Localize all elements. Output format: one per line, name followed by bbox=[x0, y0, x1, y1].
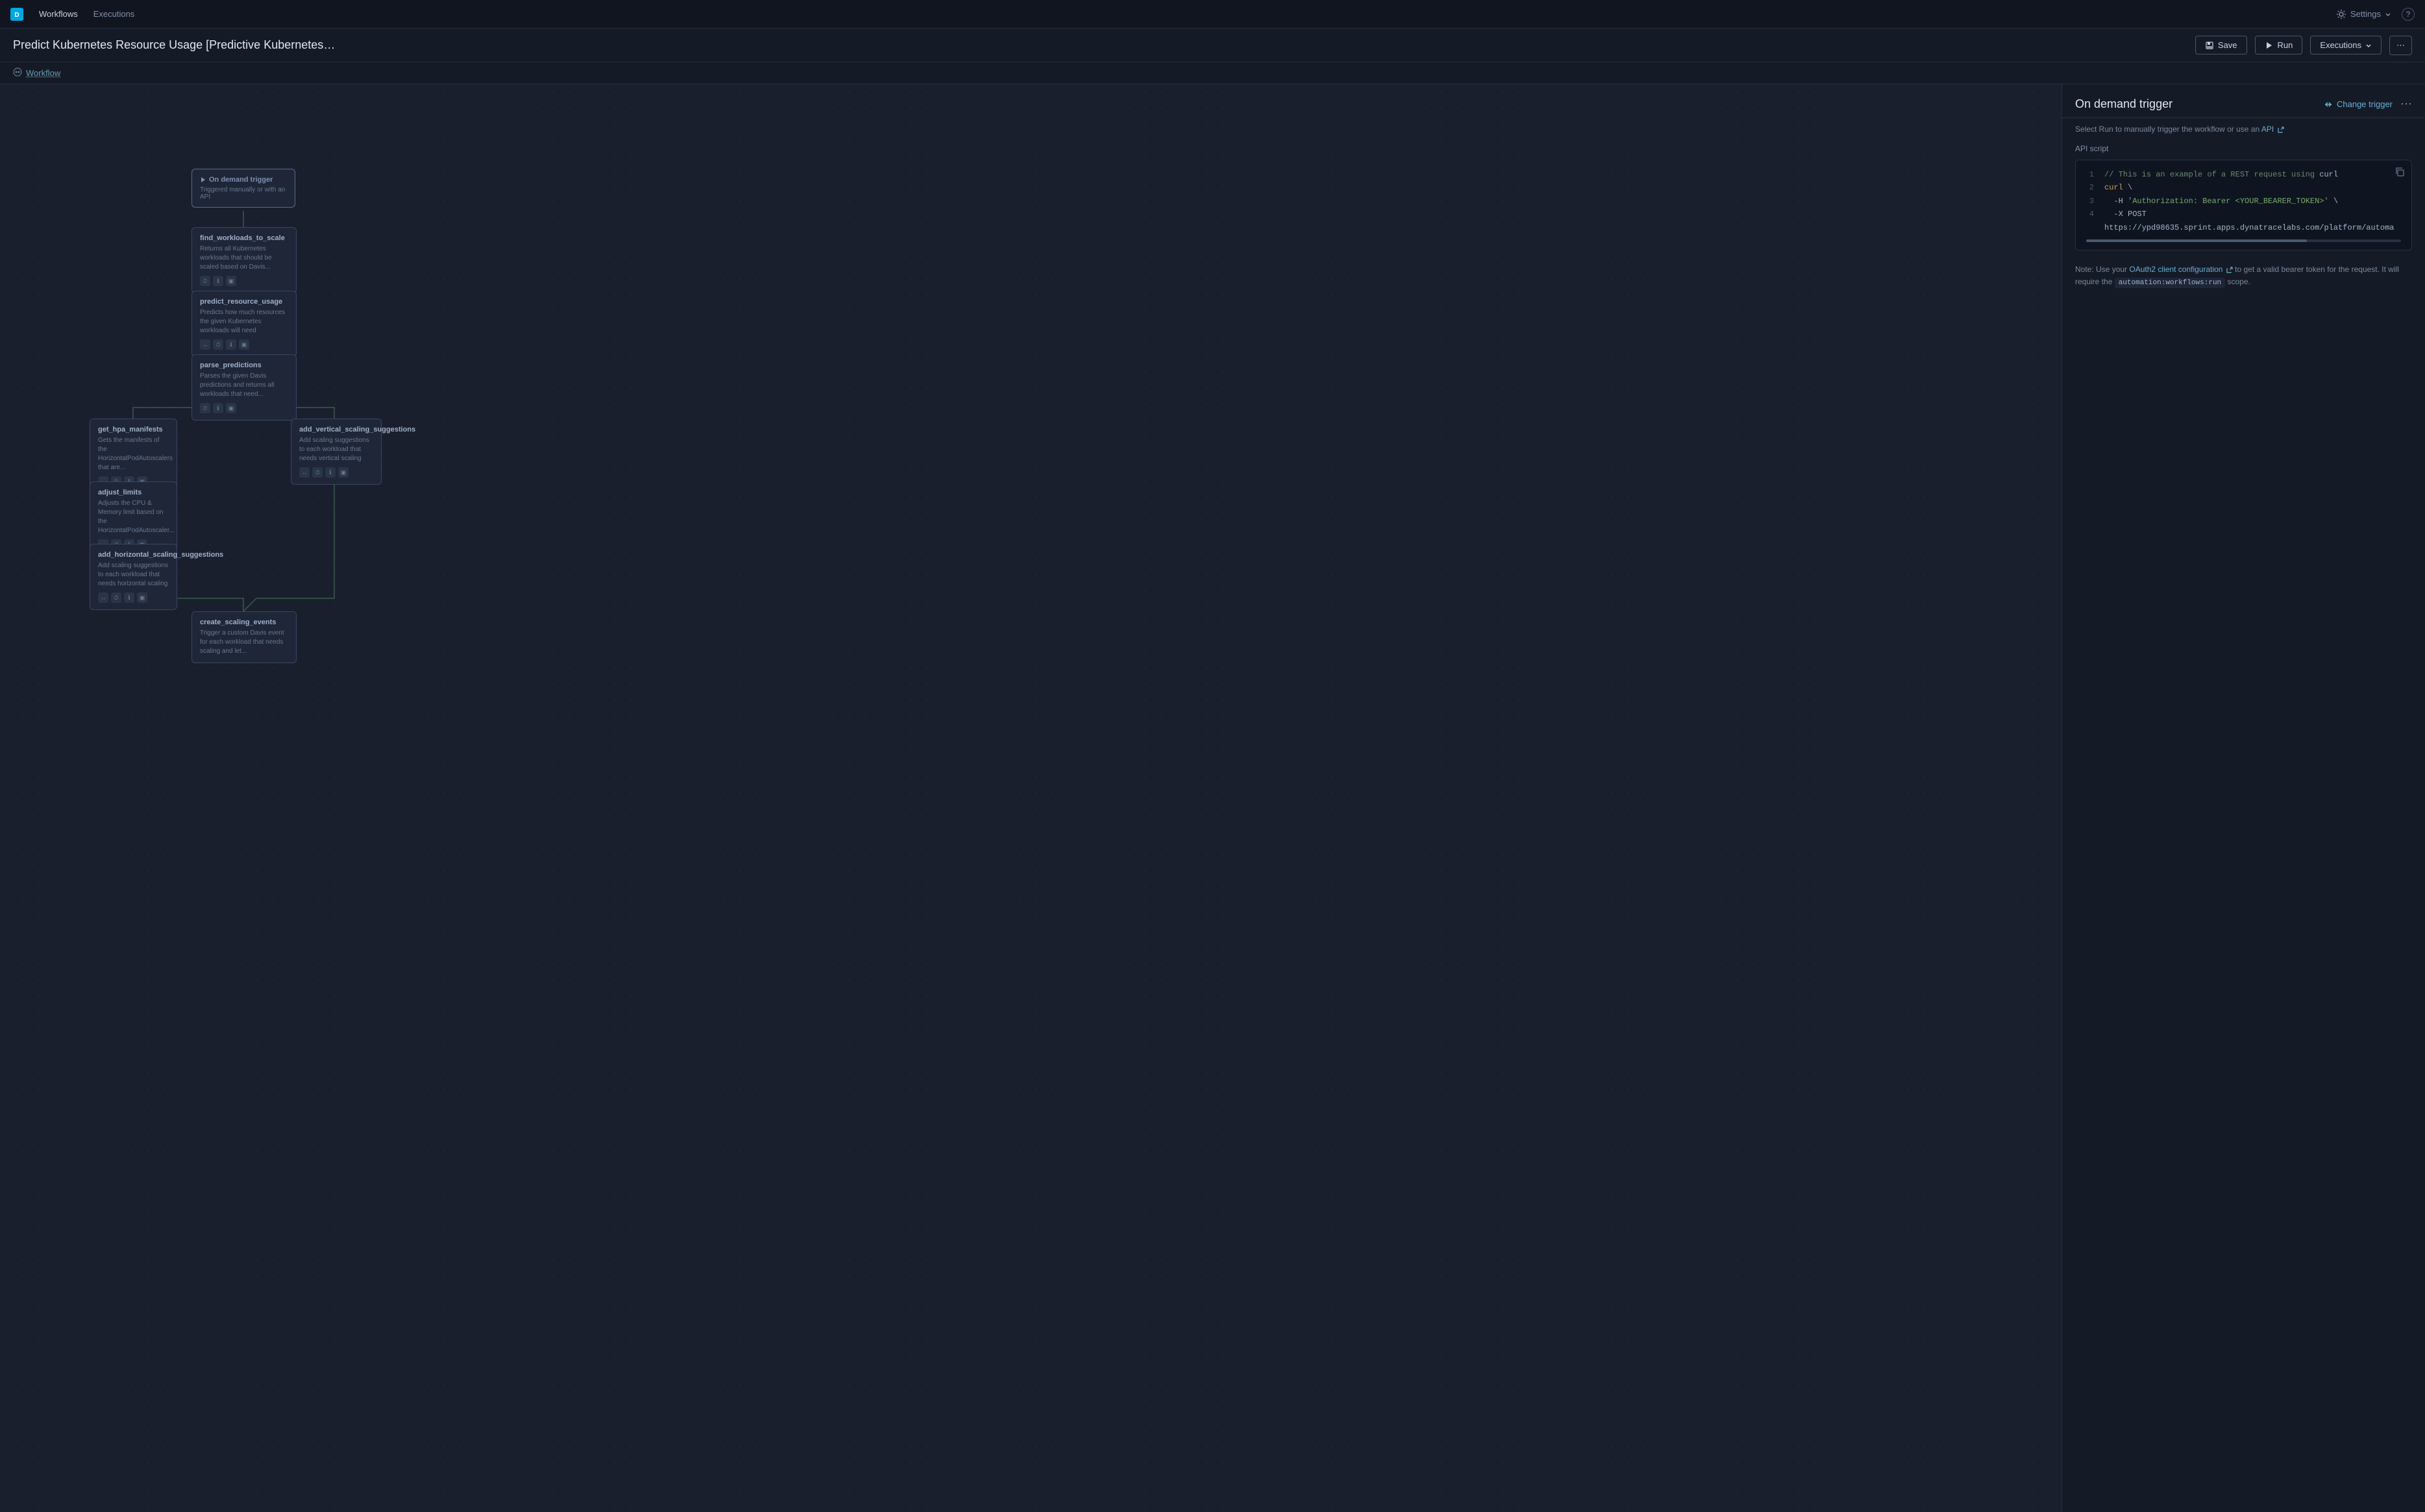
scope-code: automation:workflows:run bbox=[2115, 278, 2225, 288]
executions-label: Executions bbox=[2320, 40, 2361, 50]
box-icon: ▣ bbox=[226, 276, 236, 286]
info-icon-2: ℹ bbox=[226, 339, 236, 350]
executions-button[interactable]: Executions bbox=[2310, 36, 2382, 55]
run-button[interactable]: Run bbox=[2255, 36, 2303, 55]
settings-label: Settings bbox=[2350, 9, 2381, 19]
panel-title: On demand trigger bbox=[2075, 97, 2173, 111]
node-trigger-title: On demand trigger bbox=[200, 176, 287, 184]
clock-icon: ⏱ bbox=[200, 276, 210, 286]
code-block: 1 // This is an example of a REST reques… bbox=[2075, 160, 2412, 250]
node-predict-desc: Predicts how much resources the given Ku… bbox=[200, 308, 288, 335]
node-horizontal-title: add_horizontal_scaling_suggestions bbox=[98, 551, 169, 559]
node-vertical-title: add_vertical_scaling_suggestions bbox=[299, 426, 373, 433]
oauth-link[interactable]: OAuth2 client configuration bbox=[2129, 265, 2235, 274]
node-predict-title: predict_resource_usage bbox=[200, 298, 288, 306]
settings-button[interactable]: Settings bbox=[2336, 9, 2391, 19]
change-trigger-label: Change trigger bbox=[2337, 99, 2393, 109]
box-icon-7: ▣ bbox=[137, 592, 147, 603]
copy-button[interactable] bbox=[2394, 167, 2405, 180]
info-icon: ℹ bbox=[213, 276, 223, 286]
node-create-scaling[interactable]: create_scaling_events Trigger a custom D… bbox=[191, 611, 297, 663]
node-horizontal-desc: Add scaling suggestions to each workload… bbox=[98, 561, 169, 589]
node-parse-icons: ⏱ ℹ ▣ bbox=[200, 403, 288, 413]
clock-icon-2: ⏱ bbox=[213, 339, 223, 350]
node-adjust-desc: Adjusts the CPU & Memory limit based on … bbox=[98, 499, 169, 535]
breadcrumb-bar: Workflow bbox=[0, 62, 2425, 84]
svg-text:D: D bbox=[14, 12, 19, 19]
node-find-workloads[interactable]: find_workloads_to_scale Returns all Kube… bbox=[191, 227, 297, 293]
top-nav-right: Settings ? bbox=[2336, 8, 2415, 21]
node-hpa-desc: Gets the manifests of the HorizontalPodA… bbox=[98, 436, 169, 472]
node-add-vertical[interactable]: add_vertical_scaling_suggestions Add sca… bbox=[291, 419, 382, 485]
top-nav: D Workflows Executions Settings ? bbox=[0, 0, 2425, 29]
api-link[interactable]: API bbox=[2261, 125, 2284, 134]
nav-workflows[interactable]: Workflows bbox=[39, 9, 78, 19]
box-icon-5: ▣ bbox=[338, 467, 349, 478]
arrow-icon: ↔ bbox=[200, 339, 210, 350]
node-vertical-icons: ↔ ⏱ ℹ ▣ bbox=[299, 467, 373, 478]
clock-icon-3: ⏱ bbox=[200, 403, 210, 413]
save-label: Save bbox=[2218, 40, 2237, 50]
node-add-horizontal[interactable]: add_horizontal_scaling_suggestions Add s… bbox=[90, 544, 177, 610]
node-parse-title: parse_predictions bbox=[200, 361, 288, 369]
node-scaling-title: create_scaling_events bbox=[200, 618, 288, 626]
breadcrumb-label[interactable]: Workflow bbox=[26, 68, 60, 78]
code-line-3: 3 -H 'Authorization: Bearer <YOUR_BEARER… bbox=[2086, 195, 2401, 208]
page-header: Predict Kubernetes Resource Usage [Predi… bbox=[0, 29, 2425, 62]
save-button[interactable]: Save bbox=[2195, 36, 2247, 55]
node-find-title: find_workloads_to_scale bbox=[200, 234, 288, 242]
node-scaling-desc: Trigger a custom Davis event for each wo… bbox=[200, 629, 288, 656]
clock-icon-7: ⏱ bbox=[111, 592, 121, 603]
node-find-icons: ⏱ ℹ ▣ bbox=[200, 276, 288, 286]
node-horizontal-icons: ↔ ⏱ ℹ ▣ bbox=[98, 592, 169, 603]
node-vertical-desc: Add scaling suggestions to each workload… bbox=[299, 436, 373, 463]
node-trigger[interactable]: On demand trigger Triggered manually or … bbox=[191, 169, 295, 208]
right-panel: On demand trigger Change trigger ⋯ Selec… bbox=[2062, 84, 2425, 1512]
header-actions: Save Run Executions ⋯ bbox=[2195, 36, 2412, 55]
api-script-label: API script bbox=[2075, 144, 2412, 153]
run-label: Run bbox=[2278, 40, 2293, 50]
node-predict[interactable]: predict_resource_usage Predicts how much… bbox=[191, 291, 297, 357]
node-adjust-title: adjust_limits bbox=[98, 489, 169, 496]
node-find-desc: Returns all Kubernetes workloads that sh… bbox=[200, 245, 288, 272]
node-parse[interactable]: parse_predictions Parses the given Davis… bbox=[191, 354, 297, 421]
node-predict-icons: ↔ ⏱ ℹ ▣ bbox=[200, 339, 288, 350]
workflow-canvas[interactable]: On demand trigger Triggered manually or … bbox=[0, 84, 2062, 1512]
box-icon-3: ▣ bbox=[226, 403, 236, 413]
panel-more-button[interactable]: ⋯ bbox=[2400, 97, 2412, 111]
api-script-section: API script 1 // This is an example of a … bbox=[2062, 144, 2425, 263]
canvas-background bbox=[0, 84, 2062, 1512]
code-scrollbar-thumb bbox=[2086, 239, 2307, 242]
node-parse-desc: Parses the given Davis predictions and r… bbox=[200, 372, 288, 399]
arrow-icon-5: ↔ bbox=[98, 592, 108, 603]
panel-header: On demand trigger Change trigger ⋯ bbox=[2062, 84, 2425, 118]
code-line-2: 2 curl \ bbox=[2086, 181, 2401, 194]
info-icon-3: ℹ bbox=[213, 403, 223, 413]
info-icon-5: ℹ bbox=[325, 467, 336, 478]
clock-icon-5: ⏱ bbox=[312, 467, 323, 478]
main-layout: On demand trigger Triggered manually or … bbox=[0, 84, 2425, 1512]
nav-executions[interactable]: Executions bbox=[93, 9, 135, 19]
help-button[interactable]: ? bbox=[2402, 8, 2415, 21]
more-button[interactable]: ⋯ bbox=[2389, 36, 2412, 55]
panel-subtitle: Select Run to manually trigger the workf… bbox=[2062, 118, 2425, 144]
info-icon-7: ℹ bbox=[124, 592, 134, 603]
app-logo: D bbox=[10, 8, 23, 21]
code-line-4: 4 -X POST https://ypd98635.sprint.apps.d… bbox=[2086, 208, 2401, 234]
arrow-icon-3: ↔ bbox=[299, 467, 310, 478]
change-trigger-button[interactable]: Change trigger bbox=[2324, 99, 2393, 109]
panel-header-actions: Change trigger ⋯ bbox=[2324, 97, 2412, 111]
note-section: Note: Use your OAuth2 client configurati… bbox=[2062, 263, 2425, 289]
breadcrumb-icon bbox=[13, 67, 22, 79]
box-icon-2: ▣ bbox=[239, 339, 249, 350]
page-title: Predict Kubernetes Resource Usage [Predi… bbox=[13, 38, 338, 52]
code-scrollbar[interactable] bbox=[2086, 239, 2401, 242]
node-hpa-title: get_hpa_manifests bbox=[98, 426, 169, 433]
code-line-1: 1 // This is an example of a REST reques… bbox=[2086, 168, 2401, 181]
node-trigger-desc: Triggered manually or with an API bbox=[200, 186, 287, 201]
